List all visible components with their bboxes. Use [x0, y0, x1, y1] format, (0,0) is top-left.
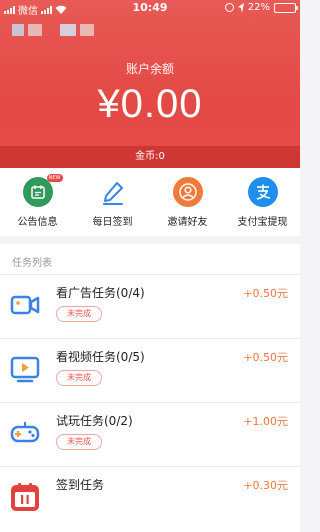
battery-icon [274, 2, 298, 13]
location-icon [237, 2, 244, 13]
task-reward: +0.30元 [243, 479, 288, 492]
divider [0, 274, 300, 275]
quick-action-label: 公告信息 [17, 217, 58, 228]
balance-header: 微信 10:49 22% 账户余额 ¥0.00 金币:0 [0, 0, 300, 168]
task-list: 任务列表 看广告任务(0/4) 未完成 +0.50元 看视频任务(0/5) 未完… [0, 244, 300, 532]
task-item-trial[interactable]: 试玩任务(0/2) 未完成 +1.00元 [0, 404, 300, 466]
new-badge: NEW [46, 174, 63, 182]
task-item-video[interactable]: 看视频任务(0/5) 未完成 +0.50元 [0, 340, 300, 402]
divider [0, 466, 300, 467]
user-info-blurred [12, 24, 94, 36]
status-bar: 微信 10:49 22% [0, 0, 300, 17]
quick-action-invite[interactable]: 邀请好友 [150, 168, 225, 236]
divider [0, 338, 300, 339]
balance-title: 账户余额 [125, 62, 174, 76]
quick-action-label: 每日签到 [92, 217, 133, 228]
calendar-icon [11, 483, 39, 511]
task-reward: +0.50元 [243, 351, 288, 364]
video-camera-icon [10, 295, 40, 315]
quick-action-label: 支付宝提现 [237, 217, 288, 228]
task-status-badge: 未完成 [56, 306, 102, 322]
divider [0, 402, 300, 403]
task-item-checkin[interactable]: 签到任务 +0.30元 [0, 468, 300, 530]
quick-action-checkin[interactable]: 每日签到 [75, 168, 150, 236]
task-status-badge: 未完成 [56, 434, 102, 450]
alarm-icon [224, 3, 234, 12]
task-name: 试玩任务(0/2) [56, 414, 133, 428]
announcement-icon: NEW [22, 174, 63, 207]
alipay-icon [247, 177, 278, 207]
task-name: 签到任务 [56, 478, 105, 492]
user-icon [172, 177, 203, 207]
gamepad-icon [10, 422, 40, 443]
task-status-badge: 未完成 [56, 370, 102, 386]
task-reward: +0.50元 [243, 287, 288, 300]
tv-play-icon [10, 356, 40, 383]
quick-action-label: 邀请好友 [167, 217, 208, 228]
pen-icon [97, 177, 128, 207]
task-reward: +1.00元 [243, 415, 288, 428]
section-title: 任务列表 [12, 258, 52, 269]
task-name: 看广告任务(0/4) [56, 286, 145, 300]
balance-amount: ¥0.00 [97, 82, 203, 126]
quick-action-announcement[interactable]: NEW 公告信息 [0, 168, 75, 236]
quick-action-alipay-withdraw[interactable]: 支付宝提现 [225, 168, 300, 236]
battery-percent: 22% [247, 2, 270, 13]
coin-balance: 金币:0 [0, 146, 300, 168]
task-name: 看视频任务(0/5) [56, 350, 145, 364]
quick-actions: NEW 公告信息 每日签到 邀请好友 支付宝提现 [0, 168, 300, 236]
task-item-ad[interactable]: 看广告任务(0/4) 未完成 +0.50元 [0, 276, 300, 338]
